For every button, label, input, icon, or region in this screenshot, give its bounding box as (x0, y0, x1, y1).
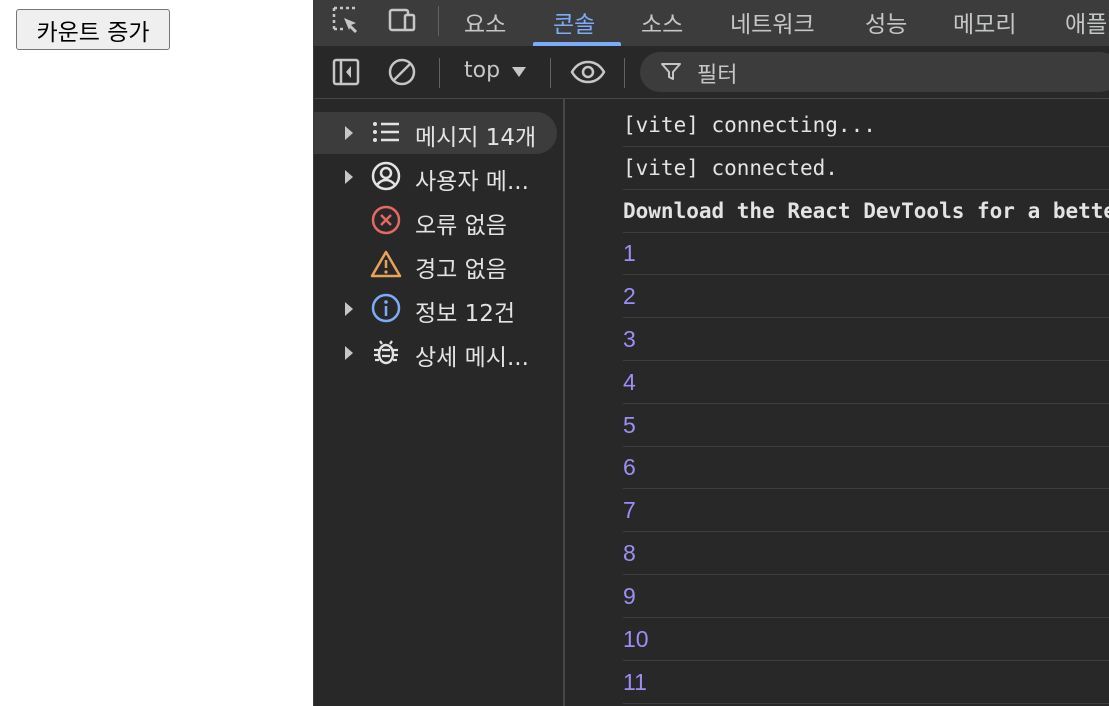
sidebar-item-errors[interactable]: 오류 없음 (314, 200, 557, 242)
tab-elements[interactable]: 요소 (464, 5, 506, 38)
expand-arrow-icon[interactable] (345, 302, 353, 316)
console-message: [vite] connected. (623, 148, 1109, 190)
sidebar-toggle-icon[interactable] (330, 56, 362, 88)
console-message: 3 (623, 319, 1109, 361)
sidebar-item-messages[interactable]: 메시지 14개 (314, 112, 557, 154)
toolbar-divider (550, 58, 551, 88)
console-message: [vite] connecting... (623, 105, 1109, 147)
console-messages: [vite] connecting... [vite] connected. D… (566, 99, 1109, 706)
tab-console[interactable]: 콘솔 (553, 5, 595, 38)
devtools-panel: 요소 콘솔 소스 네트워크 성능 메모리 애플 top 필터 메시지 14개 사… (313, 0, 1109, 706)
console-message: Download the React DevTools for a better… (623, 191, 1109, 233)
tab-performance[interactable]: 성능 (865, 5, 907, 38)
inspect-element-icon[interactable] (330, 4, 362, 36)
filter-icon (660, 61, 682, 83)
sidebar-item-label: 메시지 14개 (415, 125, 537, 151)
eye-icon[interactable] (570, 56, 606, 88)
sidebar-item-user-messages[interactable]: 사용자 메... (314, 156, 557, 198)
list-icon (370, 116, 402, 148)
console-message: 7 (623, 490, 1109, 532)
clear-console-icon[interactable] (386, 56, 418, 88)
console-message: 1 (623, 233, 1109, 275)
expand-arrow-icon[interactable] (345, 126, 353, 140)
console-message: 2 (623, 276, 1109, 318)
device-toolbar-icon[interactable] (386, 4, 418, 36)
sidebar-item-verbose[interactable]: 상세 메시... (314, 332, 557, 374)
tab-network[interactable]: 네트워크 (730, 5, 815, 38)
tab-memory[interactable]: 메모리 (953, 5, 1016, 38)
toolbar-divider (439, 58, 440, 88)
sidebar-item-label: 정보 12건 (415, 301, 516, 327)
console-message: 5 (623, 405, 1109, 447)
sidebar-item-info[interactable]: 정보 12건 (314, 288, 557, 330)
console-message: 11 (623, 662, 1109, 704)
sidebar-item-label: 사용자 메... (415, 169, 529, 195)
bug-icon (370, 336, 402, 368)
user-icon (370, 160, 402, 192)
expand-arrow-icon[interactable] (345, 346, 353, 360)
console-message: 4 (623, 362, 1109, 404)
toolbar-divider (624, 58, 625, 88)
info-icon (370, 292, 402, 324)
tabbar-divider (438, 6, 439, 36)
warning-icon (370, 248, 402, 280)
dropdown-arrow-icon[interactable] (512, 67, 526, 77)
console-message: 8 (623, 533, 1109, 575)
sidebar-item-warnings[interactable]: 경고 없음 (314, 244, 557, 286)
expand-arrow-icon[interactable] (345, 170, 353, 184)
tab-sources[interactable]: 소스 (641, 5, 683, 38)
page-area: 카운트 증가 (0, 0, 313, 706)
sidebar-item-label: 오류 없음 (415, 213, 507, 239)
console-message: 9 (623, 576, 1109, 618)
sidebar-item-label: 경고 없음 (415, 257, 507, 283)
filter-placeholder: 필터 (697, 63, 738, 88)
console-message: 6 (623, 447, 1109, 489)
increment-count-button[interactable]: 카운트 증가 (16, 9, 170, 50)
console-sidebar: 메시지 14개 사용자 메... 오류 없음 경고 없음 정보 12건 상세 메… (314, 99, 565, 706)
devtools-tabbar: 요소 콘솔 소스 네트워크 성능 메모리 애플 (314, 0, 1109, 46)
console-message: 10 (623, 619, 1109, 661)
sidebar-item-label: 상세 메시... (415, 345, 529, 371)
tab-application[interactable]: 애플 (1065, 5, 1107, 38)
error-icon (370, 204, 402, 236)
context-selector[interactable]: top (464, 58, 500, 83)
